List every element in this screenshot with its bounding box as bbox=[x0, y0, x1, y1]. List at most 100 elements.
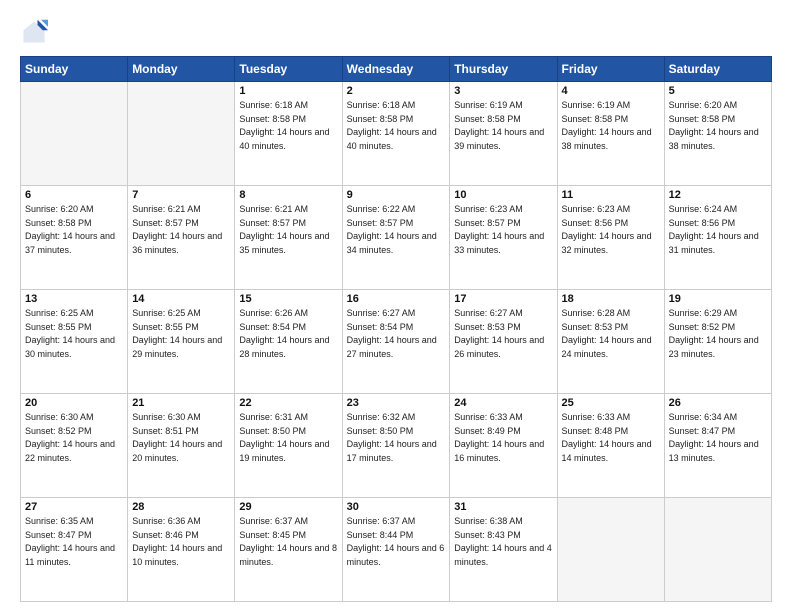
day-info: Sunrise: 6:27 AMSunset: 8:54 PMDaylight:… bbox=[347, 307, 446, 361]
weekday-header-saturday: Saturday bbox=[664, 57, 771, 82]
weekday-header-thursday: Thursday bbox=[450, 57, 557, 82]
day-info: Sunrise: 6:18 AMSunset: 8:58 PMDaylight:… bbox=[347, 99, 446, 153]
day-number: 15 bbox=[239, 293, 337, 305]
weekday-header-tuesday: Tuesday bbox=[235, 57, 342, 82]
calendar-cell bbox=[21, 82, 128, 186]
day-number: 27 bbox=[25, 501, 123, 513]
day-info: Sunrise: 6:32 AMSunset: 8:50 PMDaylight:… bbox=[347, 411, 446, 465]
day-info: Sunrise: 6:34 AMSunset: 8:47 PMDaylight:… bbox=[669, 411, 767, 465]
day-number: 6 bbox=[25, 189, 123, 201]
day-number: 5 bbox=[669, 85, 767, 97]
calendar-table: SundayMondayTuesdayWednesdayThursdayFrid… bbox=[20, 56, 772, 602]
day-number: 12 bbox=[669, 189, 767, 201]
day-info: Sunrise: 6:33 AMSunset: 8:48 PMDaylight:… bbox=[562, 411, 660, 465]
day-info: Sunrise: 6:35 AMSunset: 8:47 PMDaylight:… bbox=[25, 515, 123, 569]
day-number: 19 bbox=[669, 293, 767, 305]
day-info: Sunrise: 6:30 AMSunset: 8:51 PMDaylight:… bbox=[132, 411, 230, 465]
week-row-4: 20 Sunrise: 6:30 AMSunset: 8:52 PMDayligh… bbox=[21, 394, 772, 498]
calendar-cell bbox=[664, 498, 771, 602]
day-info: Sunrise: 6:25 AMSunset: 8:55 PMDaylight:… bbox=[25, 307, 123, 361]
page-header bbox=[20, 18, 772, 46]
day-number: 16 bbox=[347, 293, 446, 305]
calendar-cell: 26 Sunrise: 6:34 AMSunset: 8:47 PMDayligh… bbox=[664, 394, 771, 498]
calendar-cell: 15 Sunrise: 6:26 AMSunset: 8:54 PMDayligh… bbox=[235, 290, 342, 394]
day-info: Sunrise: 6:38 AMSunset: 8:43 PMDaylight:… bbox=[454, 515, 552, 569]
day-info: Sunrise: 6:20 AMSunset: 8:58 PMDaylight:… bbox=[669, 99, 767, 153]
day-number: 30 bbox=[347, 501, 446, 513]
day-number: 20 bbox=[25, 397, 123, 409]
calendar-cell: 21 Sunrise: 6:30 AMSunset: 8:51 PMDayligh… bbox=[128, 394, 235, 498]
calendar-cell: 27 Sunrise: 6:35 AMSunset: 8:47 PMDayligh… bbox=[21, 498, 128, 602]
day-number: 25 bbox=[562, 397, 660, 409]
calendar-cell: 20 Sunrise: 6:30 AMSunset: 8:52 PMDayligh… bbox=[21, 394, 128, 498]
day-number: 9 bbox=[347, 189, 446, 201]
day-number: 28 bbox=[132, 501, 230, 513]
day-info: Sunrise: 6:20 AMSunset: 8:58 PMDaylight:… bbox=[25, 203, 123, 257]
calendar-cell: 16 Sunrise: 6:27 AMSunset: 8:54 PMDayligh… bbox=[342, 290, 450, 394]
weekday-header-friday: Friday bbox=[557, 57, 664, 82]
day-info: Sunrise: 6:19 AMSunset: 8:58 PMDaylight:… bbox=[454, 99, 552, 153]
week-row-1: 1 Sunrise: 6:18 AMSunset: 8:58 PMDaylight… bbox=[21, 82, 772, 186]
calendar-cell: 13 Sunrise: 6:25 AMSunset: 8:55 PMDayligh… bbox=[21, 290, 128, 394]
day-number: 8 bbox=[239, 189, 337, 201]
day-info: Sunrise: 6:30 AMSunset: 8:52 PMDaylight:… bbox=[25, 411, 123, 465]
calendar-cell: 30 Sunrise: 6:37 AMSunset: 8:44 PMDayligh… bbox=[342, 498, 450, 602]
day-info: Sunrise: 6:25 AMSunset: 8:55 PMDaylight:… bbox=[132, 307, 230, 361]
day-info: Sunrise: 6:27 AMSunset: 8:53 PMDaylight:… bbox=[454, 307, 552, 361]
calendar-cell: 14 Sunrise: 6:25 AMSunset: 8:55 PMDayligh… bbox=[128, 290, 235, 394]
week-row-2: 6 Sunrise: 6:20 AMSunset: 8:58 PMDaylight… bbox=[21, 186, 772, 290]
day-info: Sunrise: 6:19 AMSunset: 8:58 PMDaylight:… bbox=[562, 99, 660, 153]
day-number: 10 bbox=[454, 189, 552, 201]
day-info: Sunrise: 6:22 AMSunset: 8:57 PMDaylight:… bbox=[347, 203, 446, 257]
calendar-cell: 10 Sunrise: 6:23 AMSunset: 8:57 PMDayligh… bbox=[450, 186, 557, 290]
calendar-cell: 24 Sunrise: 6:33 AMSunset: 8:49 PMDayligh… bbox=[450, 394, 557, 498]
logo-icon bbox=[20, 18, 48, 46]
day-info: Sunrise: 6:18 AMSunset: 8:58 PMDaylight:… bbox=[239, 99, 337, 153]
day-info: Sunrise: 6:33 AMSunset: 8:49 PMDaylight:… bbox=[454, 411, 552, 465]
calendar-cell: 31 Sunrise: 6:38 AMSunset: 8:43 PMDayligh… bbox=[450, 498, 557, 602]
weekday-header-wednesday: Wednesday bbox=[342, 57, 450, 82]
day-number: 13 bbox=[25, 293, 123, 305]
day-number: 3 bbox=[454, 85, 552, 97]
calendar-cell: 3 Sunrise: 6:19 AMSunset: 8:58 PMDaylight… bbox=[450, 82, 557, 186]
calendar-cell bbox=[128, 82, 235, 186]
day-number: 26 bbox=[669, 397, 767, 409]
day-info: Sunrise: 6:23 AMSunset: 8:57 PMDaylight:… bbox=[454, 203, 552, 257]
day-number: 31 bbox=[454, 501, 552, 513]
weekday-header-row: SundayMondayTuesdayWednesdayThursdayFrid… bbox=[21, 57, 772, 82]
day-number: 2 bbox=[347, 85, 446, 97]
day-info: Sunrise: 6:28 AMSunset: 8:53 PMDaylight:… bbox=[562, 307, 660, 361]
day-number: 23 bbox=[347, 397, 446, 409]
calendar-cell: 29Sunrise: 6:37 AMSunset: 8:45 PMDayligh… bbox=[235, 498, 342, 602]
day-number: 14 bbox=[132, 293, 230, 305]
day-info: Sunrise: 6:21 AMSunset: 8:57 PMDaylight:… bbox=[132, 203, 230, 257]
day-info: Sunrise: 6:37 AMSunset: 8:44 PMDaylight:… bbox=[347, 515, 446, 569]
day-number: 18 bbox=[562, 293, 660, 305]
day-number: 24 bbox=[454, 397, 552, 409]
calendar-cell: 8 Sunrise: 6:21 AMSunset: 8:57 PMDaylight… bbox=[235, 186, 342, 290]
day-number: 22 bbox=[239, 397, 337, 409]
calendar-cell: 2 Sunrise: 6:18 AMSunset: 8:58 PMDaylight… bbox=[342, 82, 450, 186]
logo bbox=[20, 18, 52, 46]
calendar-cell: 6 Sunrise: 6:20 AMSunset: 8:58 PMDaylight… bbox=[21, 186, 128, 290]
day-number: 1 bbox=[239, 85, 337, 97]
calendar-cell bbox=[557, 498, 664, 602]
day-number: 11 bbox=[562, 189, 660, 201]
day-info: Sunrise: 6:37 AMSunset: 8:45 PMDaylight:… bbox=[239, 515, 337, 569]
calendar-cell: 12 Sunrise: 6:24 AMSunset: 8:56 PMDayligh… bbox=[664, 186, 771, 290]
day-info: Sunrise: 6:26 AMSunset: 8:54 PMDaylight:… bbox=[239, 307, 337, 361]
calendar-cell: 17 Sunrise: 6:27 AMSunset: 8:53 PMDayligh… bbox=[450, 290, 557, 394]
day-info: Sunrise: 6:24 AMSunset: 8:56 PMDaylight:… bbox=[669, 203, 767, 257]
calendar-cell: 23 Sunrise: 6:32 AMSunset: 8:50 PMDayligh… bbox=[342, 394, 450, 498]
day-number: 17 bbox=[454, 293, 552, 305]
weekday-header-sunday: Sunday bbox=[21, 57, 128, 82]
day-info: Sunrise: 6:31 AMSunset: 8:50 PMDaylight:… bbox=[239, 411, 337, 465]
day-info: Sunrise: 6:23 AMSunset: 8:56 PMDaylight:… bbox=[562, 203, 660, 257]
day-number: 7 bbox=[132, 189, 230, 201]
day-info: Sunrise: 6:21 AMSunset: 8:57 PMDaylight:… bbox=[239, 203, 337, 257]
calendar-cell: 4Sunrise: 6:19 AMSunset: 8:58 PMDaylight… bbox=[557, 82, 664, 186]
day-number: 21 bbox=[132, 397, 230, 409]
calendar-cell: 25 Sunrise: 6:33 AMSunset: 8:48 PMDayligh… bbox=[557, 394, 664, 498]
calendar-cell: 5 Sunrise: 6:20 AMSunset: 8:58 PMDaylight… bbox=[664, 82, 771, 186]
calendar-cell: 9 Sunrise: 6:22 AMSunset: 8:57 PMDaylight… bbox=[342, 186, 450, 290]
